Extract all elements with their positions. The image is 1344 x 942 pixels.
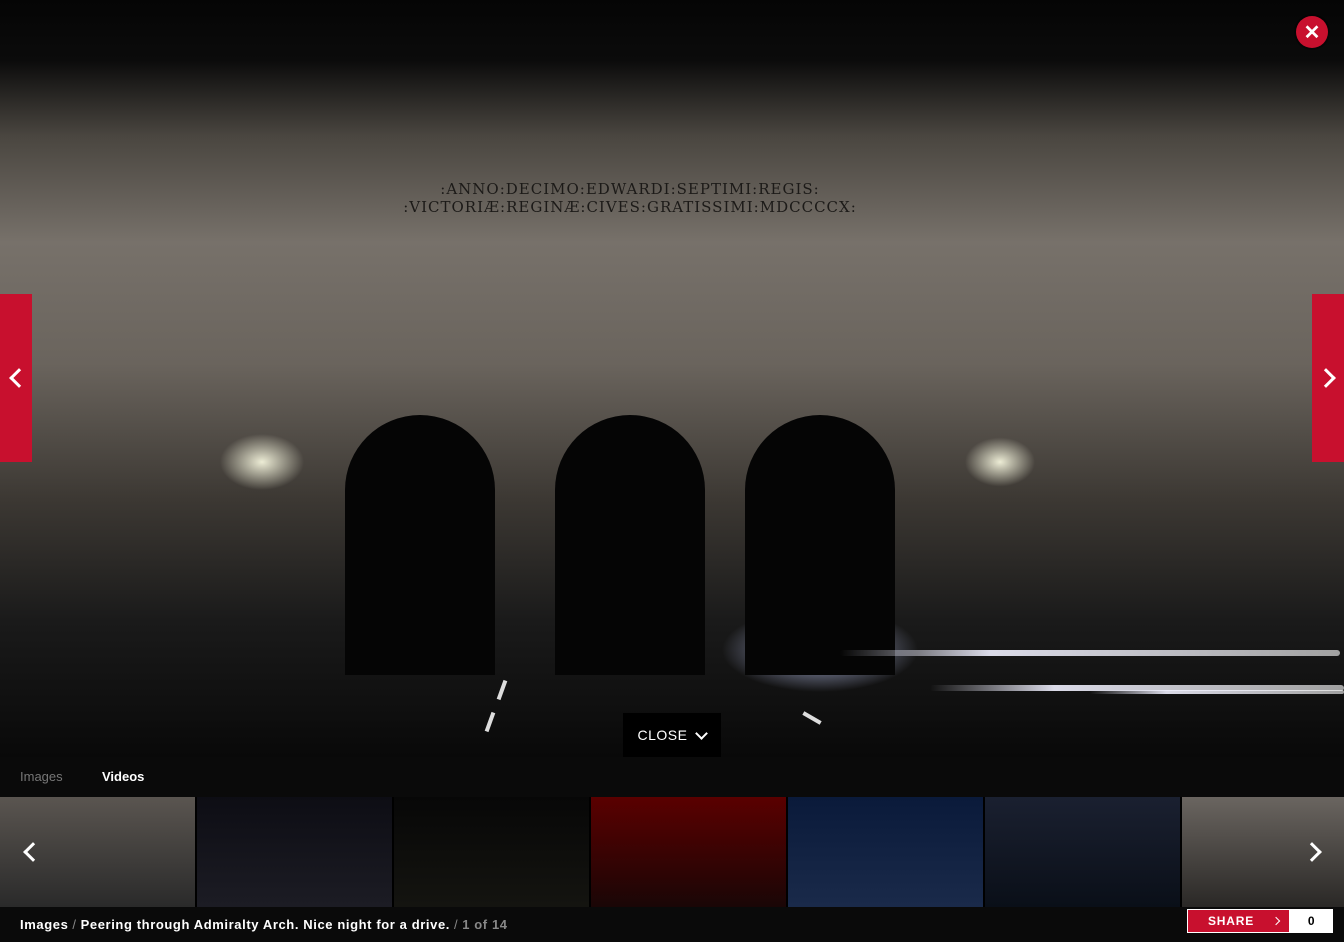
next-photo-button[interactable] xyxy=(1312,294,1344,462)
caption-separator: / xyxy=(454,917,459,932)
caption-text: Images / Peering through Admiralty Arch. N… xyxy=(20,917,508,932)
chevron-right-icon xyxy=(1271,916,1281,926)
chevron-right-icon xyxy=(1315,368,1336,388)
close-gallery-label: CLOSE xyxy=(637,727,688,743)
thumbnails-next-button[interactable] xyxy=(1301,840,1326,864)
thumbnail[interactable] xyxy=(394,797,589,907)
share-label: SHARE xyxy=(1208,914,1255,928)
previous-photo-button[interactable] xyxy=(0,294,32,462)
close-gallery-button[interactable]: CLOSE xyxy=(623,713,721,757)
chevron-down-icon xyxy=(695,726,709,740)
gallery-photo: :ANNO:DECIMO:EDWARDI:SEPTIMI:REGIS: :VIC… xyxy=(0,0,1344,757)
road-marking xyxy=(802,711,822,725)
chevron-left-icon xyxy=(22,842,43,862)
photo-arch xyxy=(555,415,705,675)
photo-arch xyxy=(745,415,895,675)
share-count: 0 xyxy=(1290,909,1333,933)
tab-images[interactable]: Images xyxy=(20,769,63,784)
thumbnail-strip xyxy=(0,797,1344,907)
caption-section: Images xyxy=(20,917,69,932)
thumbnail[interactable] xyxy=(591,797,786,907)
close-x-icon[interactable]: ✕ xyxy=(1296,16,1328,48)
light-streak xyxy=(840,650,1340,656)
caption-separator: / xyxy=(72,917,77,932)
photo-arch xyxy=(345,415,495,675)
media-tabs: Images Videos xyxy=(0,757,1344,797)
tab-videos[interactable]: Videos xyxy=(102,769,144,784)
chevron-left-icon xyxy=(8,368,29,388)
caption-bar: Images / Peering through Admiralty Arch. N… xyxy=(0,907,1344,942)
road-marking xyxy=(484,711,496,733)
thumbnail[interactable] xyxy=(985,797,1180,907)
light-streak xyxy=(1090,690,1344,694)
chevron-right-icon xyxy=(1301,842,1322,862)
caption-title: Peering through Admiralty Arch. Nice nig… xyxy=(80,917,450,932)
thumbnails-prev-button[interactable] xyxy=(18,840,43,864)
thumbnail[interactable] xyxy=(788,797,983,907)
share-button[interactable]: SHARE xyxy=(1187,909,1290,933)
road-marking xyxy=(496,679,508,701)
photo-inscription: :ANNO:DECIMO:EDWARDI:SEPTIMI:REGIS: :VIC… xyxy=(403,180,857,216)
photo-count: 1 of 14 xyxy=(462,917,508,932)
thumbnail[interactable] xyxy=(197,797,392,907)
